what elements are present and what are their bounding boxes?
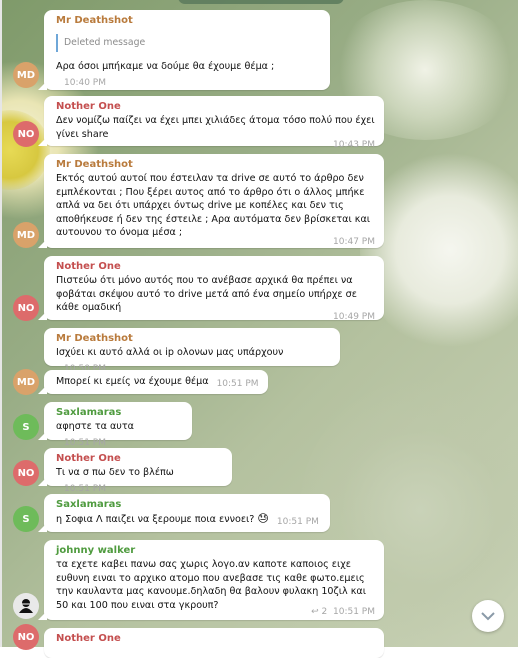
reply-icon: ↩ (311, 607, 319, 617)
avatar-initials: S (22, 513, 30, 525)
message-text: Ισχύει κι αυτό αλλά οι ip ολονων μας υπά… (56, 347, 284, 358)
avatar[interactable]: S (13, 506, 39, 532)
avatar[interactable]: MD (13, 62, 39, 88)
avatar-initials: NO (17, 631, 35, 643)
message-bubble[interactable]: Nother One Πιστεύω ότι μόνο αυτός που το… (38, 256, 384, 322)
message-text: Τι να σ πω δεν το βλέπω (56, 467, 174, 478)
message-text: η Σοφια Λ παιζει να ξερουμε ποια εννοει? (56, 514, 255, 525)
message-time-value: 10:51 PM (333, 607, 375, 617)
sender-name[interactable]: johnny walker (56, 544, 375, 558)
message-bubble[interactable]: Nother One Δεν νομίζω παίζει να έχει μπε… (38, 96, 384, 150)
avatar[interactable]: MD (13, 222, 39, 248)
sender-name[interactable]: Nother One (56, 452, 223, 466)
avatar[interactable] (13, 593, 39, 619)
avatar[interactable]: S (13, 414, 39, 440)
avatar-initials: MD (16, 229, 36, 241)
message-list[interactable]: Mr Deathshot Deleted message Αρα όσοι μπ… (0, 0, 518, 658)
message-bubble[interactable]: Saxlamaras αφηστε τα αυτα 10:51 PM (38, 402, 192, 448)
message-text: Δεν νομίζω παίζει να έχει μπει χιλιάδες … (56, 115, 378, 140)
user-photo-icon (13, 593, 39, 619)
avatar[interactable]: NO (13, 121, 39, 147)
avatar[interactable]: MD (13, 369, 39, 395)
avatar[interactable]: NO (13, 624, 39, 650)
message-time: 10:43 PM (333, 140, 375, 150)
message-time: 10:51 PM (64, 437, 106, 448)
sender-name[interactable]: Mr Deathshot (56, 158, 375, 172)
message-time: 10:49 PM (333, 311, 375, 322)
avatar-initials: MD (16, 376, 36, 388)
message-bubble[interactable]: Μπορεί κι εμείς να έχουμε θέμα 10:51 PM (38, 370, 268, 394)
message-bubble[interactable]: Mr Deathshot Ισχύει κι αυτό αλλά οι ip ο… (44, 328, 340, 374)
message-bubble[interactable]: Mr Deathshot Deleted message Αρα όσοι μπ… (38, 10, 330, 90)
sender-name[interactable]: Saxlamaras (56, 498, 321, 512)
avatar[interactable]: NO (13, 460, 39, 486)
message-time: 10:47 PM (333, 236, 375, 247)
message-bubble[interactable]: Saxlamaras η Σοφια Λ παιζει να ξερουμε π… (38, 494, 330, 532)
message-text: αφηστε τα αυτα (56, 421, 134, 432)
emoji: 😓 (257, 512, 269, 525)
message-bubble[interactable]: Nother One (44, 628, 384, 658)
message-time: 10:51 PM (64, 483, 106, 494)
avatar-initials: NO (17, 467, 35, 479)
message-time: 10:51 PM (276, 517, 319, 527)
scroll-down-button[interactable] (472, 600, 504, 632)
message-text: Εκτός αυτού αυτοί που έστειλαν τα drive … (56, 173, 374, 238)
message-bubble[interactable]: Mr Deathshot Εκτός αυτού αυτοί που έστει… (38, 154, 384, 248)
quoted-message[interactable]: Deleted message (56, 34, 321, 52)
avatar-initials: NO (17, 302, 35, 314)
message-bubble[interactable]: johnny walker τα εχετε καβει πανω σας χω… (38, 540, 384, 620)
message-text: τα εχετε καβει πανω σας χωρις λογο.αν κα… (56, 559, 370, 611)
sender-name[interactable]: Nother One (56, 632, 375, 646)
message-text: Αρα όσοι μπήκαμε να δούμε θα έχουμε θέμα… (56, 61, 275, 72)
message-time: 10:51 PM (216, 379, 259, 389)
chevron-down-icon (481, 611, 495, 620)
message-time: 10:40 PM (64, 77, 106, 88)
message-time: ↩ 2 10:51 PM (311, 606, 375, 618)
avatar-initials: MD (16, 69, 36, 81)
sender-name[interactable]: Nother One (56, 100, 375, 114)
sender-name[interactable]: Mr Deathshot (56, 332, 331, 346)
reply-count[interactable]: 2 (322, 607, 328, 617)
message-text: Πιστεύω ότι μόνο αυτός που το ανέβασε αρ… (56, 275, 360, 313)
sender-name[interactable]: Mr Deathshot (56, 14, 321, 28)
sender-name[interactable]: Nother One (56, 260, 375, 274)
message-bubble[interactable]: Nother One Τι να σ πω δεν το βλέπω 10:51 … (38, 448, 232, 494)
avatar[interactable]: NO (13, 295, 39, 321)
sender-name[interactable]: Saxlamaras (56, 406, 183, 420)
avatar-initials: S (22, 421, 30, 433)
avatar-initials: NO (17, 128, 35, 140)
message-text: Μπορεί κι εμείς να έχουμε θέμα (56, 376, 209, 387)
